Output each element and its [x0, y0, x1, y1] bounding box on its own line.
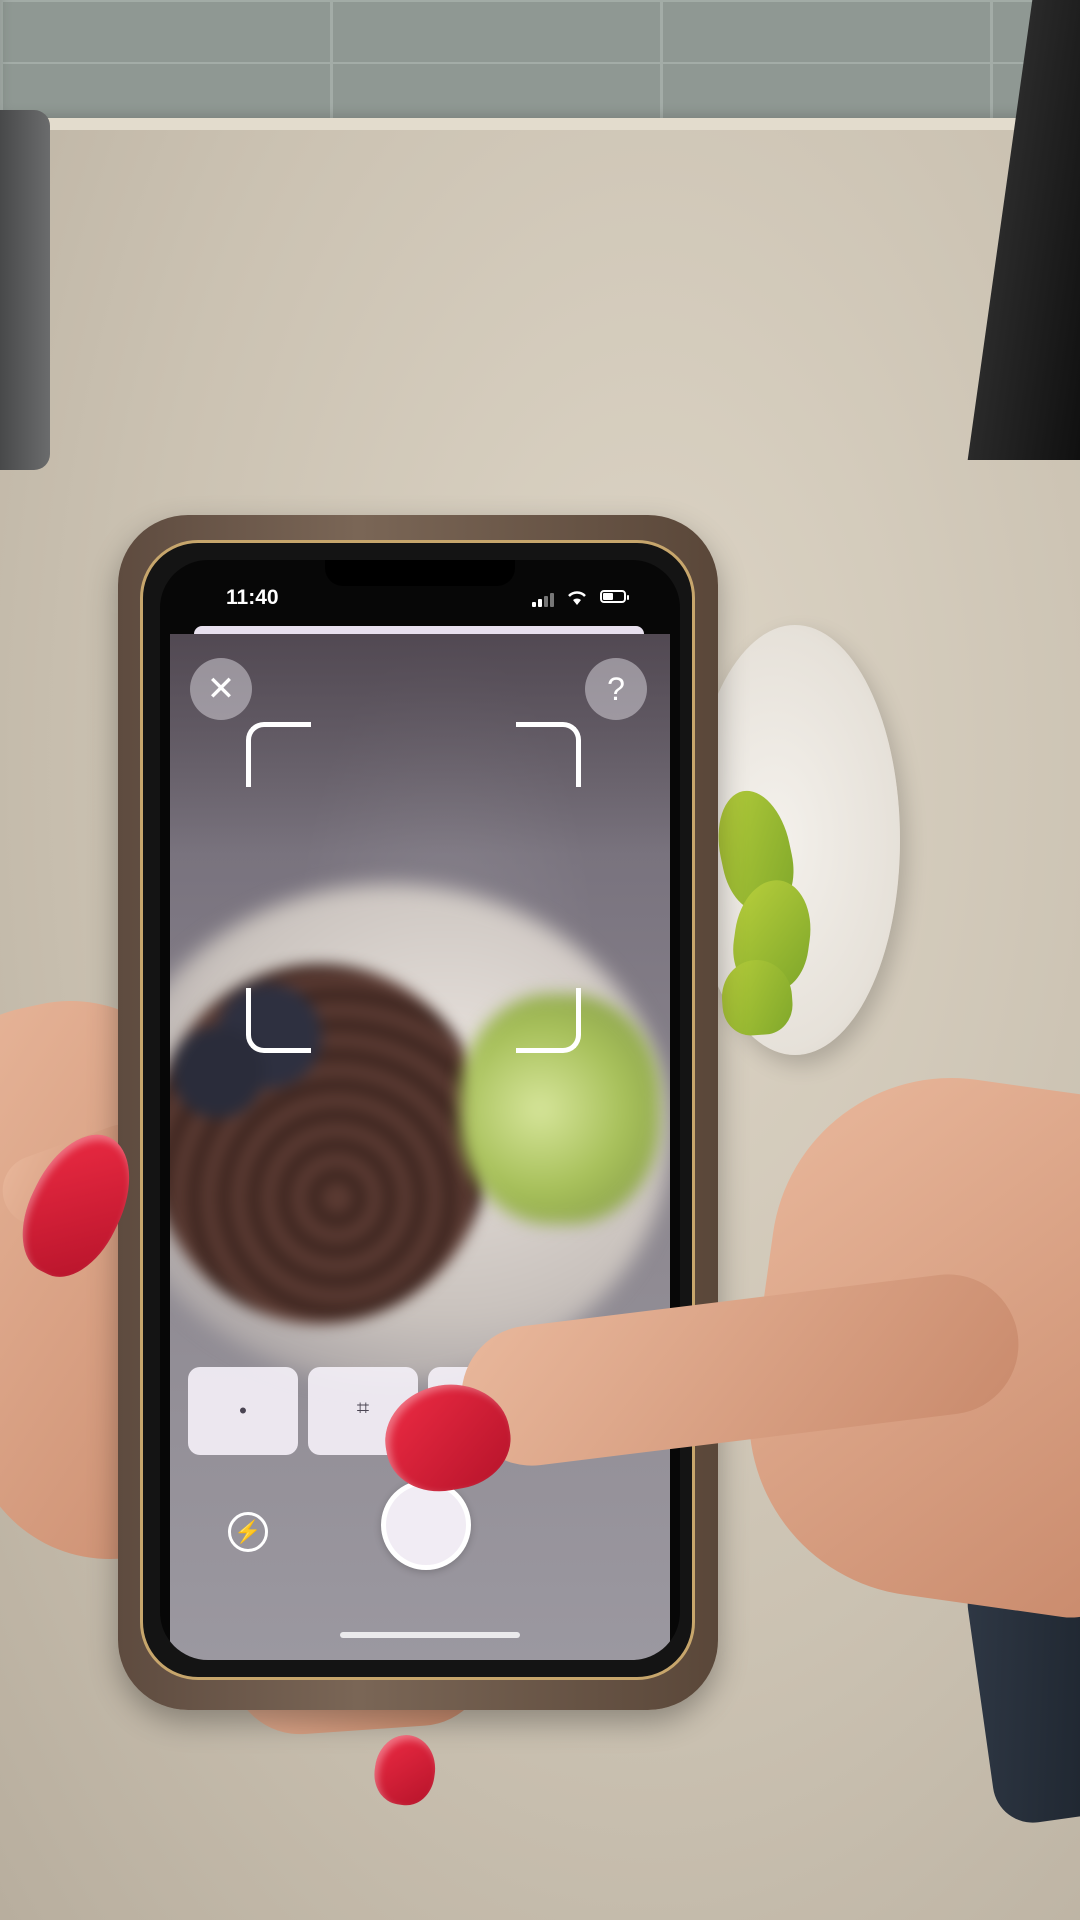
signal-icon	[532, 593, 554, 607]
battery-icon	[600, 590, 629, 603]
scan-frame-icon: ⌗	[356, 1395, 370, 1420]
focus-corner-bottom-left	[246, 988, 311, 1053]
help-button[interactable]: ?	[585, 658, 647, 720]
focus-corner-top-left	[246, 722, 311, 787]
close-button[interactable]: ✕	[190, 658, 252, 720]
dot-icon: •	[239, 1398, 247, 1423]
focus-corner-top-right	[516, 722, 581, 787]
close-icon: ✕	[206, 670, 236, 708]
counter-edge	[0, 118, 1080, 130]
appliance	[0, 110, 50, 470]
focus-corner-bottom-right	[516, 988, 581, 1053]
help-icon: ?	[607, 670, 625, 707]
tile-backsplash	[0, 0, 1080, 125]
status-bar: 11:40	[160, 560, 680, 624]
shutter-button[interactable]	[381, 1480, 471, 1570]
phone-screen: 11:40 ✕ ? • ⌗ ⚡	[160, 560, 680, 1660]
mode-tile-1[interactable]: •	[188, 1367, 298, 1455]
status-time: 11:40	[226, 586, 279, 609]
flash-icon: ⚡	[234, 1519, 262, 1544]
wifi-icon	[568, 591, 586, 605]
flash-button[interactable]: ⚡	[228, 1512, 268, 1552]
notch	[325, 560, 515, 586]
home-indicator[interactable]	[340, 1632, 520, 1638]
